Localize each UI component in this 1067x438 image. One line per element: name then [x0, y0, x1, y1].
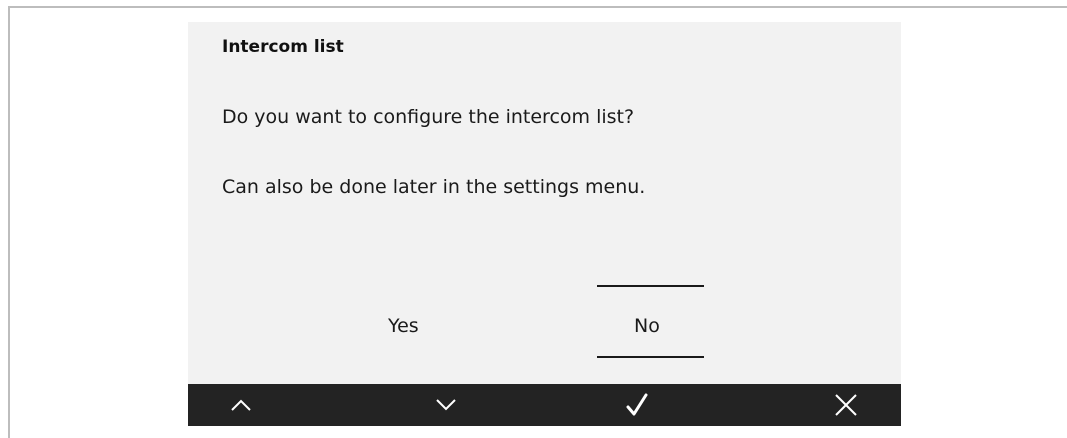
cancel-button[interactable] [816, 384, 876, 426]
chevron-up-icon [231, 399, 251, 411]
intercom-list-dialog: Intercom list Do you want to configure t… [188, 22, 901, 426]
up-button[interactable] [211, 384, 271, 426]
confirm-button[interactable] [607, 384, 667, 426]
no-option[interactable]: No [634, 315, 660, 337]
dialog-hint: Can also be done later in the settings m… [222, 176, 646, 198]
close-icon [835, 394, 857, 416]
selection-indicator-bottom [597, 356, 704, 358]
dialog-question: Do you want to configure the intercom li… [222, 106, 635, 128]
selection-indicator-top [597, 285, 704, 287]
checkmark-icon [626, 393, 648, 416]
chevron-down-icon [436, 399, 456, 411]
dialog-title: Intercom list [222, 37, 344, 57]
down-button[interactable] [416, 384, 476, 426]
bottom-toolbar [188, 384, 901, 426]
yes-option[interactable]: Yes [388, 315, 419, 337]
